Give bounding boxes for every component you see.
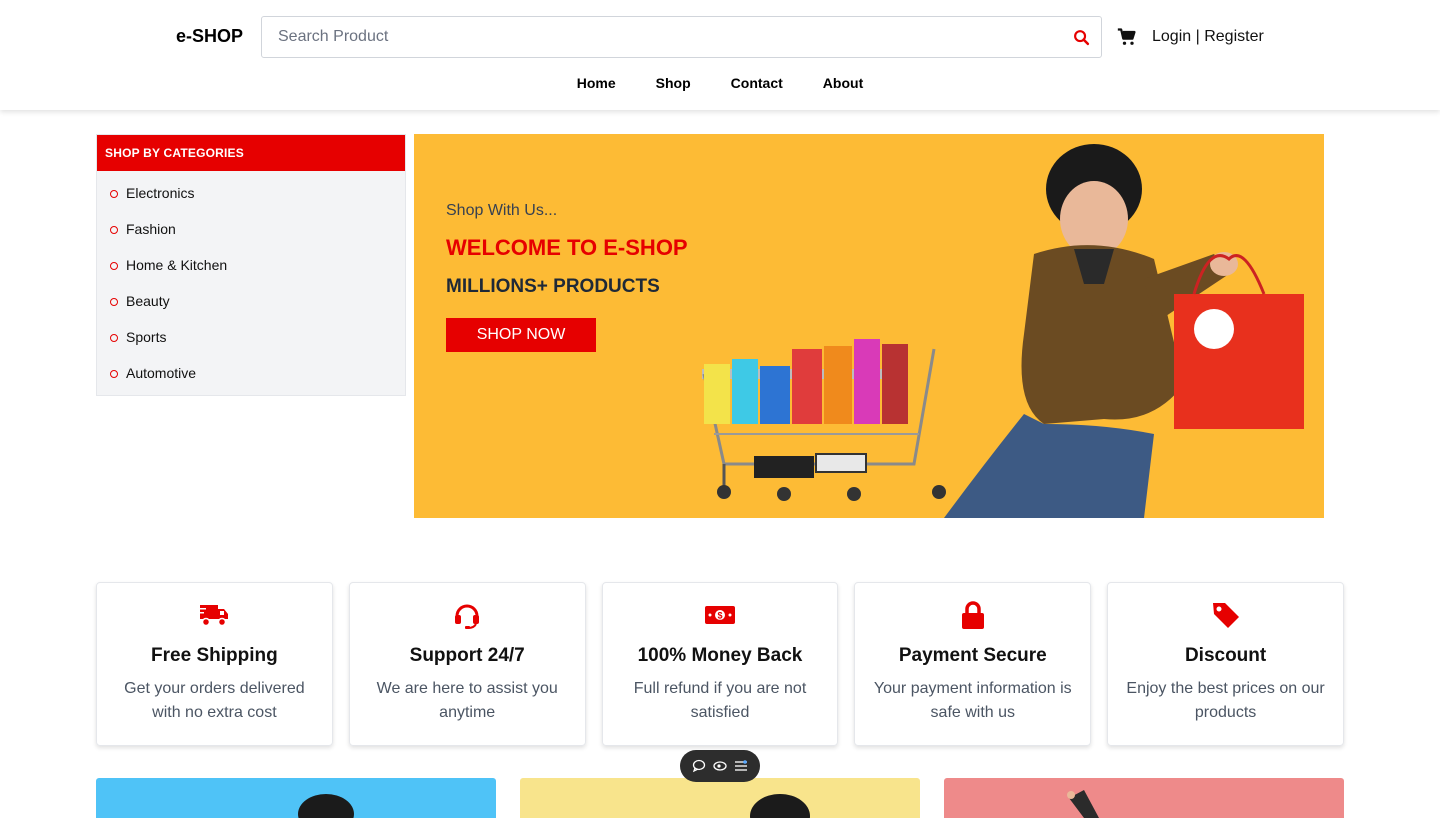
category-label: Electronics <box>126 185 195 201</box>
category-sidebar: SHOP BY CATEGORIES Electronics Fashion H… <box>96 134 406 396</box>
promo-image <box>298 794 354 818</box>
promo-banner-blue[interactable] <box>96 778 496 818</box>
main-nav: Home Shop Contact About <box>0 75 1440 91</box>
comment-button[interactable] <box>691 758 707 774</box>
category-item-home-kitchen[interactable]: Home & Kitchen <box>97 257 405 293</box>
category-item-sports[interactable]: Sports <box>97 329 405 365</box>
promo-banner-pink[interactable] <box>944 778 1344 818</box>
site-header: e-SHOP Login | Register Home Shop Contac… <box>0 0 1440 110</box>
feature-text: We are here to assist you anytime <box>376 680 558 721</box>
sidebar-title: SHOP BY CATEGORIES <box>97 135 405 171</box>
lock-icon <box>961 601 984 629</box>
cart-button[interactable] <box>1117 27 1137 47</box>
hero-title: WELCOME TO E-SHOP <box>446 235 688 260</box>
search-button[interactable] <box>1061 17 1101 57</box>
feature-card: Support 24/7 We are here to assist you a… <box>348 582 586 746</box>
hero-tagline: MILLIONS+ PRODUCTS <box>446 276 660 297</box>
promo-image <box>1067 790 1099 818</box>
search-icon <box>1073 29 1089 45</box>
headset-icon <box>455 604 480 629</box>
search-input[interactable] <box>262 18 1061 56</box>
promo-image <box>750 794 810 818</box>
category-label: Beauty <box>126 293 170 309</box>
bullet-icon <box>110 334 118 342</box>
feature-text: Get your orders delivered with no extra … <box>124 680 305 721</box>
auth-separator: | <box>1195 28 1200 45</box>
feature-title: Free Shipping <box>151 645 278 666</box>
category-label: Home & Kitchen <box>126 257 228 273</box>
nav-contact[interactable]: Contact <box>731 75 783 91</box>
svg-text:$: $ <box>717 611 722 621</box>
feature-card: Payment Secure Your payment information … <box>854 582 1092 746</box>
tag-icon <box>1212 603 1239 628</box>
category-item-beauty[interactable]: Beauty <box>97 293 405 329</box>
register-link[interactable]: Register <box>1204 28 1264 45</box>
feature-card: $ 100% Money Back Full refund if you are… <box>601 582 839 746</box>
hero-subtitle: Shop With Us... <box>446 202 558 219</box>
nav-home[interactable]: Home <box>577 75 616 91</box>
eye-icon <box>713 761 727 771</box>
feature-text: Enjoy the best prices on our products <box>1126 680 1325 721</box>
category-label: Automotive <box>126 365 197 381</box>
category-item-fashion[interactable]: Fashion <box>97 221 405 257</box>
truck-icon <box>198 605 229 627</box>
shopper-illustration <box>944 144 1304 518</box>
category-list: Electronics Fashion Home & Kitchen Beaut… <box>97 171 405 401</box>
nav-shop[interactable]: Shop <box>656 75 691 91</box>
nav-about[interactable]: About <box>823 75 863 91</box>
search-bar <box>261 16 1102 58</box>
money-icon: $ <box>704 606 735 624</box>
features-row: Free Shipping Get your orders delivered … <box>96 582 1344 746</box>
site-logo[interactable]: e-SHOP <box>176 26 243 47</box>
feature-title: 100% Money Back <box>637 645 803 666</box>
auth-links: Login | Register <box>1152 28 1264 46</box>
hero-banner: Shop With Us... WELCOME TO E-SHOP MILLIO… <box>414 134 1324 518</box>
bullet-icon <box>110 226 118 234</box>
login-link[interactable]: Login <box>1152 28 1191 45</box>
comment-icon <box>692 759 705 773</box>
bullet-icon <box>110 370 118 378</box>
feature-text: Your payment information is safe with us <box>873 680 1072 721</box>
category-label: Sports <box>126 329 167 345</box>
feature-card: Free Shipping Get your orders delivered … <box>96 582 333 746</box>
feature-title: Support 24/7 <box>409 645 525 666</box>
settings-button[interactable] <box>733 758 749 774</box>
promo-banner-yellow[interactable] <box>520 778 920 818</box>
shop-now-button[interactable]: SHOP NOW <box>446 318 596 352</box>
bullet-icon <box>110 262 118 270</box>
hero-image <box>702 144 1304 518</box>
feature-title: Discount <box>1184 645 1267 666</box>
feature-card: Discount Enjoy the best prices on our pr… <box>1107 582 1344 746</box>
sliders-icon <box>735 760 748 771</box>
bullet-icon <box>110 190 118 198</box>
feature-text: Full refund if you are not satisfied <box>633 680 807 721</box>
bullet-icon <box>110 298 118 306</box>
category-label: Fashion <box>126 221 176 237</box>
floating-toolbar <box>680 750 760 782</box>
category-item-electronics[interactable]: Electronics <box>97 185 405 221</box>
view-button[interactable] <box>712 758 728 774</box>
category-item-automotive[interactable]: Automotive <box>97 365 405 401</box>
cart-icon <box>1117 28 1136 45</box>
feature-title: Payment Secure <box>898 645 1047 666</box>
shopping-cart-illustration <box>702 339 946 501</box>
